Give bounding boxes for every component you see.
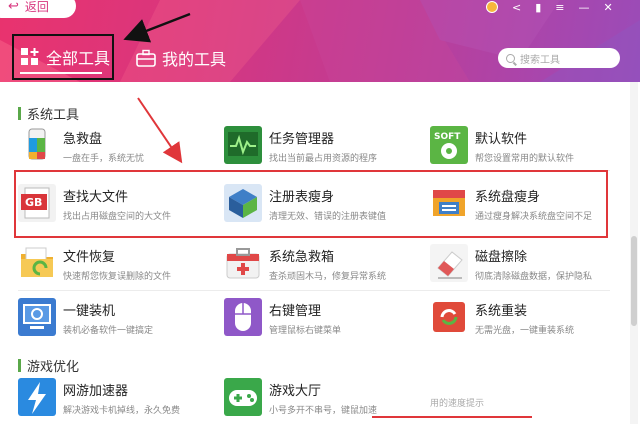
tool-item-task-manager[interactable]: 任务管理器 找出当前最占用资源的程序	[224, 126, 424, 166]
minimize-icon[interactable]: —	[579, 1, 590, 14]
lightning-icon	[18, 378, 56, 416]
tool-desc: 管理鼠标右键菜单	[269, 326, 342, 336]
window-controls: < ▮ ≡ — ✕	[486, 0, 613, 14]
tool-desc: 彻底清除磁盘数据，保护隐私	[475, 272, 593, 282]
mouse-icon	[224, 298, 262, 336]
tool-desc: 帮您设置常用的默认软件	[475, 154, 575, 164]
eraser-icon	[430, 244, 468, 282]
tool-desc: 无需光盘，一键重装系统	[475, 326, 575, 336]
tool-name: 系统重装	[475, 304, 528, 319]
tool-name: 文件恢复	[63, 250, 116, 265]
medal-icon[interactable]	[486, 1, 498, 13]
tool-item-file-recovery[interactable]: 文件恢复 快速帮您恢复误删除的文件	[18, 244, 218, 284]
scrollbar[interactable]	[630, 82, 638, 424]
tab-all-tools[interactable]: 全部工具	[12, 34, 114, 80]
soft-default-icon: SOFT	[430, 126, 468, 164]
share-icon[interactable]: <	[512, 1, 521, 14]
section-title: 系统工具	[27, 108, 80, 123]
tool-manager-window: ↩ 返回 < ▮ ≡ — ✕ 全部工具 我的工具 搜索工具 系统工具 急救盘 一…	[0, 0, 640, 424]
monitor-install-icon	[18, 298, 56, 336]
section-marker	[18, 359, 21, 372]
search-placeholder: 搜索工具	[520, 54, 560, 66]
back-button[interactable]: ↩ 返回	[0, 0, 76, 18]
tool-desc: 装机必备软件一键搞定	[63, 326, 154, 336]
tool-item-system-reinstall[interactable]: 系统重装 无需光盘，一键重装系统	[430, 298, 630, 338]
tool-name: 任务管理器	[269, 132, 335, 147]
svg-text:SOFT: SOFT	[434, 132, 461, 142]
menu-icon[interactable]: ≡	[555, 1, 564, 14]
gamepad-icon	[224, 378, 262, 416]
tool-item-system-first-aid[interactable]: 系统急救箱 查杀顽固木马，修复异常系统	[224, 244, 424, 284]
tool-desc: 查杀顽固木马，修复异常系统	[269, 272, 387, 282]
tool-item-game-accelerator[interactable]: 网游加速器 解决游戏卡机掉线，永久免费	[18, 378, 218, 418]
back-label: 返回	[24, 0, 49, 14]
back-arrow-icon: ↩	[8, 0, 19, 14]
tab-all-label: 全部工具	[46, 49, 111, 68]
tool-name: 游戏大厅	[269, 384, 322, 399]
tool-name: 默认软件	[475, 132, 528, 147]
tool-name: 网游加速器	[63, 384, 129, 399]
active-tab-indicator	[20, 72, 102, 74]
tool-item-one-click-install[interactable]: 一键装机 装机必备软件一键搞定	[18, 298, 218, 338]
close-icon[interactable]: ✕	[604, 1, 613, 14]
folder-restore-icon	[18, 244, 56, 282]
tool-item-rescue-disk[interactable]: 急救盘 一盘在手，系统无忧	[18, 126, 218, 166]
reinstall-icon	[430, 298, 468, 336]
tool-name: 系统急救箱	[269, 250, 335, 265]
task-monitor-icon	[224, 126, 262, 164]
section-marker	[18, 107, 21, 120]
tool-name: 急救盘	[63, 132, 103, 147]
tab-my-tools[interactable]: 我的工具	[136, 38, 226, 78]
tool-item-default-software[interactable]: SOFT 默认软件 帮您设置常用的默认软件	[430, 126, 630, 166]
tool-desc: 一盘在手，系统无忧	[63, 154, 145, 164]
pin-icon[interactable]: ▮	[535, 1, 541, 14]
section-system-tools: 系统工具	[18, 104, 79, 123]
partial-text: 用的速度提示	[430, 399, 485, 409]
tool-item-game-hall[interactable]: 游戏大厅 小号多开不串号，键鼠加速	[224, 378, 424, 418]
section-title: 游戏优化	[27, 360, 80, 375]
tool-name: 右键管理	[269, 304, 322, 319]
partial-popup	[372, 416, 532, 424]
highlight-box	[14, 170, 608, 238]
tab-mine-label: 我的工具	[162, 50, 227, 69]
search-input[interactable]: 搜索工具	[498, 48, 620, 68]
grid-plus-icon	[21, 48, 39, 65]
tool-desc: 解决游戏卡机掉线，永久免费	[63, 406, 181, 416]
tool-item-right-click-manager[interactable]: 右键管理 管理鼠标右键菜单	[224, 298, 424, 338]
scrollbar-thumb[interactable]	[631, 236, 637, 326]
tool-desc: 快速帮您恢复误删除的文件	[63, 272, 172, 282]
row-divider	[18, 290, 610, 291]
tool-desc: 小号多开不串号，键鼠加速	[269, 406, 378, 416]
section-game-optimization: 游戏优化	[18, 356, 79, 375]
first-aid-icon	[224, 244, 262, 282]
tool-item-disk-wipe[interactable]: 磁盘擦除 彻底清除磁盘数据，保护隐私	[430, 244, 630, 284]
header-banner: ↩ 返回 < ▮ ≡ — ✕ 全部工具 我的工具 搜索工具	[0, 0, 640, 82]
toolbox-icon	[136, 49, 156, 67]
tool-name: 一键装机	[63, 304, 116, 319]
usb-drive-icon	[18, 126, 56, 164]
tool-name: 磁盘擦除	[475, 250, 528, 265]
search-icon	[506, 53, 515, 63]
tool-desc: 找出当前最占用资源的程序	[269, 154, 378, 164]
